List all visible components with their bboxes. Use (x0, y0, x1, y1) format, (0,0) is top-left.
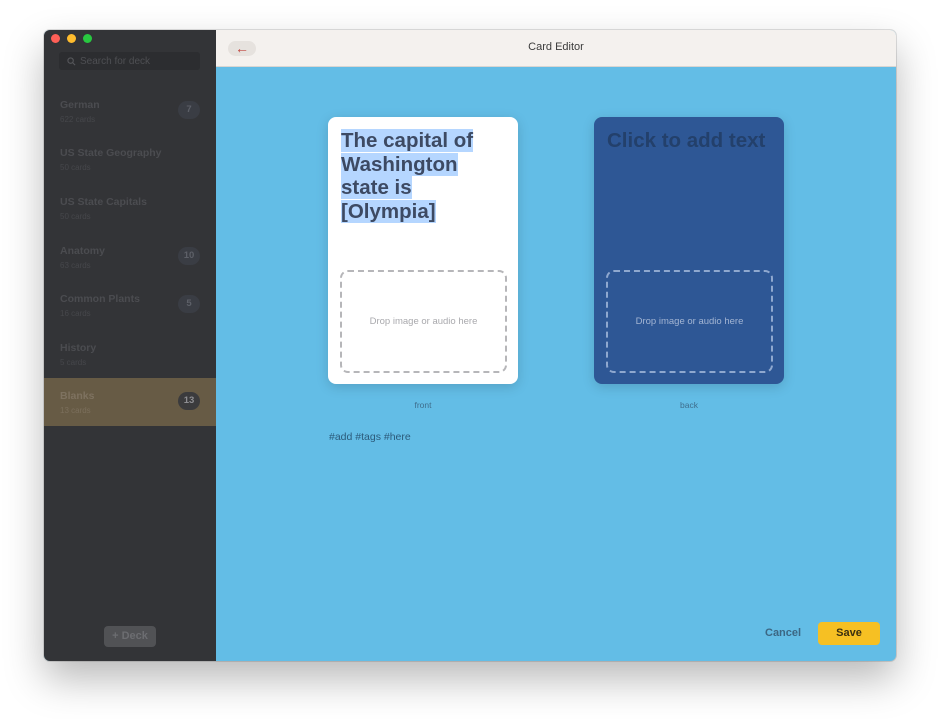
deck-card-count: 63 cards (60, 261, 91, 270)
due-badge: 5 (178, 295, 200, 313)
front-label: front (414, 400, 432, 410)
deck-card-count: 622 cards (60, 115, 96, 124)
app-window: Search for deck German 622 cards 7 US St… (44, 30, 896, 661)
deck-search-input[interactable]: Search for deck (59, 52, 200, 70)
deck-name: Common Plants (60, 293, 140, 305)
deck-card-count: 50 cards (60, 163, 91, 172)
deck-sidebar: Search for deck German 622 cards 7 US St… (44, 30, 216, 661)
deck-item-german[interactable]: German 622 cards 7 (44, 87, 216, 135)
save-button[interactable]: Save (818, 622, 880, 645)
search-placeholder: Search for deck (80, 55, 151, 67)
front-card[interactable]: The capital of Washington state is [Olym… (328, 117, 518, 384)
due-badge: 7 (178, 101, 200, 119)
dropzone-label: Drop image or audio here (369, 316, 478, 327)
deck-item-blanks[interactable]: Blanks 13 cards 13 (44, 378, 216, 426)
deck-name: US State Capitals (60, 196, 147, 208)
deck-name: History (60, 342, 97, 354)
front-card-text[interactable]: The capital of Washington state is [Olym… (341, 129, 506, 223)
tags-input[interactable]: #add #tags #here (329, 431, 411, 443)
deck-item-us-state-geography[interactable]: US State Geography 50 cards (44, 135, 216, 183)
search-icon (64, 56, 78, 66)
cancel-button[interactable]: Cancel (765, 627, 801, 639)
maximize-window-button[interactable] (83, 34, 92, 43)
deck-name: US State Geography (60, 147, 162, 159)
close-window-button[interactable] (51, 34, 60, 43)
back-media-dropzone[interactable]: Drop image or audio here (606, 270, 773, 373)
back-card-text[interactable]: Click to add text (607, 129, 772, 153)
back-card[interactable]: Click to add text Drop image or audio he… (594, 117, 784, 384)
deck-item-common-plants[interactable]: Common Plants 16 cards 5 (44, 281, 216, 329)
due-badge: 13 (178, 392, 200, 410)
front-media-dropzone[interactable]: Drop image or audio here (340, 270, 507, 373)
selected-text: The capital of Washington state is [Olym… (341, 129, 474, 223)
deck-card-count: 16 cards (60, 309, 91, 318)
page-title: Card Editor (528, 41, 584, 53)
window-controls (51, 34, 92, 43)
minimize-window-button[interactable] (67, 34, 76, 43)
deck-name: Anatomy (60, 245, 105, 257)
dropzone-label: Drop image or audio here (635, 316, 744, 327)
back-label: back (680, 400, 698, 410)
deck-name: Blanks (60, 390, 95, 402)
deck-item-anatomy[interactable]: Anatomy 63 cards 10 (44, 233, 216, 281)
deck-card-count: 13 cards (60, 406, 91, 415)
title-bar: ← Card Editor (216, 30, 896, 67)
deck-card-count: 50 cards (60, 212, 91, 221)
deck-item-history[interactable]: History 5 cards (44, 330, 216, 378)
deck-card-count: 5 cards (60, 358, 87, 367)
add-deck-button[interactable]: + Deck (104, 626, 156, 647)
due-badge: 10 (178, 247, 200, 265)
deck-item-us-state-capitals[interactable]: US State Capitals 50 cards (44, 184, 216, 232)
deck-name: German (60, 99, 100, 111)
